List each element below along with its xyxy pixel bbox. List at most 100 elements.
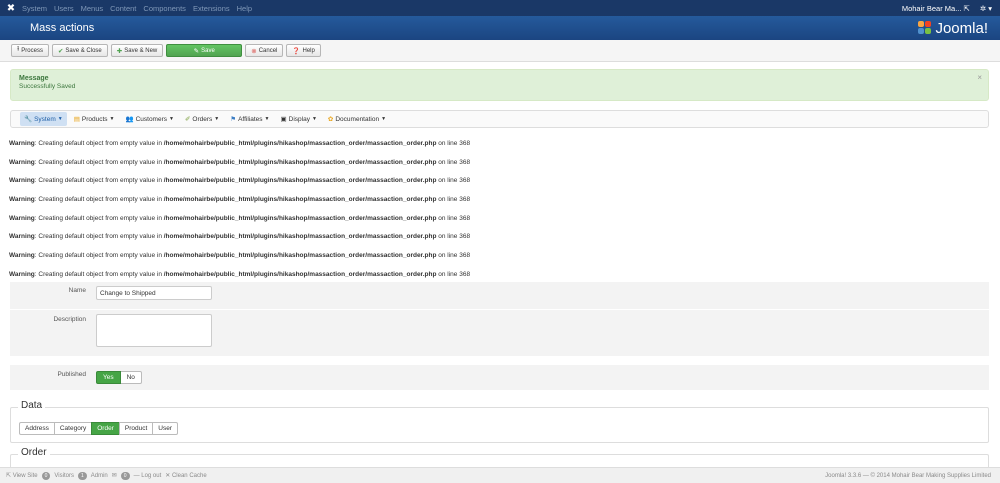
save-new-button[interactable]: ✚ Save & New bbox=[110, 44, 164, 57]
warning-line: Warning: Creating default object from em… bbox=[9, 140, 471, 147]
nav-right: Mohair Bear Ma... ⇱ ✲ ▾ bbox=[902, 4, 992, 13]
caret-down-icon: ▼ bbox=[109, 116, 115, 122]
checkmark-icon: ✔ bbox=[57, 47, 64, 55]
main-menu: System Users Menus Content Components Ex… bbox=[22, 4, 252, 13]
toolbar: ⭱ Process ✔ Save & Close ✚ Save & New ✎ Save… bbox=[0, 40, 1000, 62]
submenu-products[interactable]: ▤ Products ▼ bbox=[70, 112, 119, 126]
joomla-logo: Joomla! bbox=[918, 20, 988, 37]
tab-product[interactable]: Product bbox=[118, 422, 154, 435]
caret-down-icon: ▼ bbox=[311, 116, 317, 122]
published-yes[interactable]: Yes bbox=[96, 371, 121, 384]
orders-icon: ✐ bbox=[184, 116, 191, 123]
published-row: Published Yes No bbox=[10, 365, 989, 390]
close-icon[interactable]: × bbox=[977, 73, 982, 82]
warnings-list: Warning: Creating default object from em… bbox=[9, 140, 989, 290]
warning-line: Warning: Creating default object from em… bbox=[9, 196, 471, 204]
save-close-button[interactable]: ✔ Save & Close bbox=[51, 44, 108, 57]
warning-line: Warning: Creating default object from em… bbox=[9, 214, 471, 222]
description-row: Description bbox=[10, 310, 989, 356]
data-fieldset: Data Address Category Order Product User bbox=[10, 400, 989, 443]
messages-icon: ✉ bbox=[111, 473, 117, 479]
close-icon: ✕ bbox=[165, 473, 171, 479]
tab-order[interactable]: Order bbox=[91, 422, 120, 435]
submenu-display[interactable]: ▣ Display ▼ bbox=[276, 112, 320, 126]
display-icon: ▣ bbox=[280, 116, 287, 123]
question-icon: ❓ bbox=[292, 47, 301, 55]
published-toggle: Yes No bbox=[96, 371, 142, 384]
caret-down-icon: ▼ bbox=[381, 116, 387, 122]
submenu-customers[interactable]: 👥 Customers ▼ bbox=[121, 112, 177, 126]
user-settings-dropdown[interactable]: ✲ ▾ bbox=[980, 4, 992, 13]
menu-extensions[interactable]: Extensions bbox=[193, 4, 230, 13]
order-legend: Order bbox=[18, 447, 50, 458]
logout-link[interactable]: — Log out bbox=[134, 473, 162, 479]
admin-label: Admin bbox=[90, 472, 108, 479]
warning-line: Warning: Creating default object from em… bbox=[9, 158, 471, 166]
documentation-icon: ✿ bbox=[327, 116, 334, 123]
warning-line: Warning: Creating default object from em… bbox=[9, 252, 471, 260]
caret-down-icon: ▼ bbox=[57, 116, 63, 122]
external-link-icon: ⇱ bbox=[963, 3, 970, 13]
external-link-icon: ⇱ bbox=[6, 473, 12, 479]
published-no[interactable]: No bbox=[120, 371, 142, 384]
published-label: Published bbox=[57, 371, 86, 378]
menu-components[interactable]: Components bbox=[143, 4, 186, 13]
description-textarea[interactable] bbox=[96, 314, 212, 347]
plus-icon: ✚ bbox=[116, 47, 123, 55]
submenu-system[interactable]: 🔧 System ▼ bbox=[20, 112, 67, 126]
clean-cache-link[interactable]: ✕ Clean Cache bbox=[165, 472, 206, 479]
data-tabs: Address Category Order Product User bbox=[19, 422, 178, 435]
minus-icon: — bbox=[133, 472, 140, 479]
submenu-orders[interactable]: ✐ Orders ▼ bbox=[181, 112, 223, 126]
save-button[interactable]: ✎ Save bbox=[166, 44, 243, 57]
menu-system[interactable]: System bbox=[22, 4, 47, 13]
wrench-icon: 🔧 bbox=[24, 116, 33, 123]
joomla-icon[interactable]: ✖ bbox=[0, 0, 22, 16]
cancel-icon: ⊗ bbox=[251, 47, 257, 55]
gear-icon: ✲ bbox=[979, 3, 987, 13]
name-row: Name Change to Shipped bbox=[10, 282, 989, 309]
products-icon: ▤ bbox=[73, 116, 80, 123]
admin-badge: 1 bbox=[77, 471, 87, 480]
customers-icon: 👥 bbox=[125, 116, 134, 123]
menu-help[interactable]: Help bbox=[237, 4, 252, 13]
status-bar: ⇱ View Site 0 Visitors 1 Admin ✉ 0 — Log… bbox=[0, 467, 1000, 483]
data-legend: Data bbox=[18, 400, 46, 411]
visitors-badge: 0 bbox=[41, 471, 51, 480]
caret-down-icon: ▼ bbox=[169, 116, 174, 122]
caret-down-icon: ▼ bbox=[214, 116, 220, 122]
submenu-documentation[interactable]: ✿ Documentation ▼ bbox=[324, 112, 390, 126]
tab-user[interactable]: User bbox=[152, 422, 178, 435]
tab-address[interactable]: Address bbox=[19, 422, 55, 435]
messages-badge: 0 bbox=[120, 471, 130, 480]
caret-down-icon: ▼ bbox=[264, 116, 270, 122]
page-title: Mass actions bbox=[30, 22, 95, 34]
help-button[interactable]: ❓ Help bbox=[286, 44, 321, 57]
affiliates-icon: ⚑ bbox=[230, 116, 237, 123]
menu-users[interactable]: Users bbox=[54, 4, 74, 13]
message-text: Successfully Saved bbox=[19, 83, 76, 90]
page-header: Mass actions Joomla! bbox=[0, 16, 1000, 40]
success-message: Message Successfully Saved × bbox=[10, 69, 989, 101]
name-label: Name bbox=[68, 287, 86, 294]
name-input[interactable]: Change to Shipped bbox=[96, 286, 212, 300]
site-link[interactable]: Mohair Bear Ma... ⇱ bbox=[902, 4, 970, 13]
menu-content[interactable]: Content bbox=[110, 4, 136, 13]
upload-icon: ⭱ bbox=[17, 46, 20, 53]
joomla-logo-icon bbox=[918, 21, 932, 35]
message-heading: Message bbox=[19, 75, 49, 82]
warning-line: Warning: Creating default object from em… bbox=[9, 177, 471, 185]
description-label: Description bbox=[53, 316, 86, 323]
cancel-button[interactable]: ⊗ Cancel bbox=[245, 44, 284, 57]
menu-menus[interactable]: Menus bbox=[81, 4, 104, 13]
top-navbar: ✖ System Users Menus Content Components … bbox=[0, 0, 1000, 16]
process-button[interactable]: ⭱ Process bbox=[11, 44, 49, 57]
warning-line: Warning: Creating default object from em… bbox=[9, 233, 471, 241]
view-site-link[interactable]: ⇱ View Site bbox=[6, 472, 38, 479]
copyright: Joomla! 3.3.6 — © 2014 Mohair Bear Makin… bbox=[825, 472, 991, 479]
visitors-label: Visitors bbox=[54, 472, 74, 479]
hikashop-submenu: 🔧 System ▼ ▤ Products ▼ 👥 Customers ▼ ✐ Orders ▼… bbox=[10, 110, 989, 128]
tab-category[interactable]: Category bbox=[53, 422, 93, 435]
submenu-affiliates[interactable]: ⚑ Affiliates ▼ bbox=[226, 112, 273, 126]
edit-icon: ✎ bbox=[193, 47, 200, 55]
